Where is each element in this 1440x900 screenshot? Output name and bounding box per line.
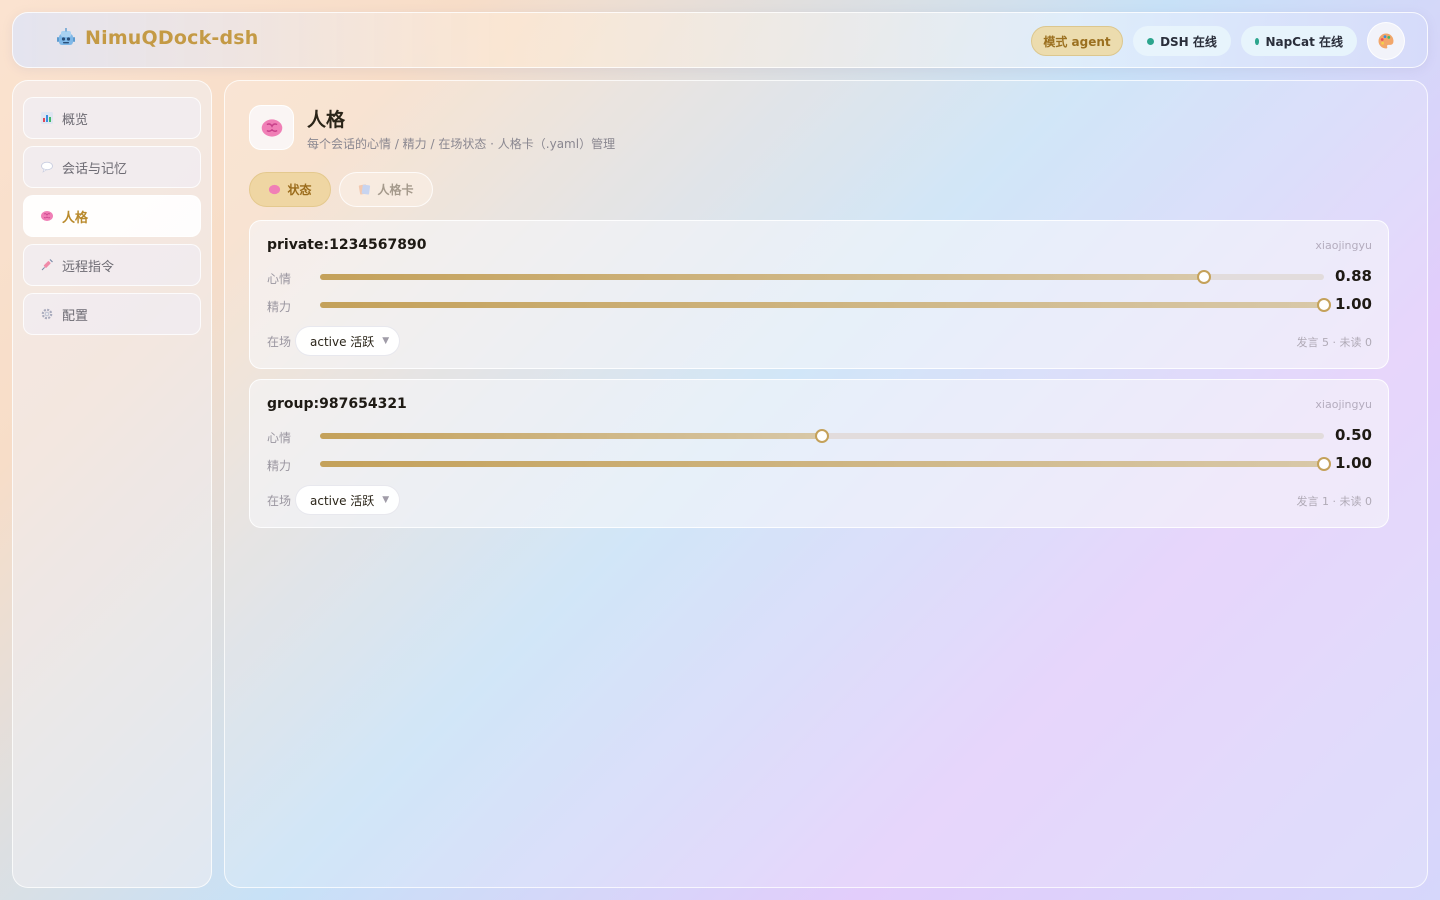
sidebar-item-label: 远程指令 [62, 259, 115, 275]
brand-name: NimuQDock-dsh [85, 27, 259, 49]
speech-bubble-icon [41, 161, 53, 173]
session-id: group:987654321 [267, 396, 407, 412]
robot-logo-icon [57, 28, 75, 45]
sidebar-item-label: 概览 [62, 112, 89, 128]
slider-fill [320, 302, 1324, 308]
page-title: 人格 [307, 109, 346, 131]
gear-icon [41, 308, 53, 320]
brain-icon [261, 118, 282, 137]
energy-label: 精力 [267, 300, 292, 314]
page-icon [249, 105, 294, 150]
slider-thumb[interactable] [1196, 270, 1211, 284]
slider-thumb[interactable] [1317, 298, 1331, 312]
mood-slider[interactable] [320, 429, 1324, 443]
slider-thumb[interactable] [1317, 457, 1331, 471]
session-id: private:1234567890 [267, 237, 427, 253]
online-dot-icon [1255, 37, 1260, 45]
sidebar: 概览 会话与记忆 人格 远程指令 配置 [12, 80, 212, 888]
sidebar-item-config[interactable]: 配置 [23, 293, 201, 335]
presence-select[interactable]: active 活跃 ▼ [295, 326, 400, 356]
mood-value: 0.50 [1334, 426, 1372, 444]
top-bar: NimuQDock-dsh 模式 agent DSH 在线 NapCat 在线 [12, 12, 1428, 68]
napcat-status-label: NapCat 在线 [1265, 34, 1343, 49]
brand[interactable]: NimuQDock-dsh [55, 27, 259, 49]
tab-status[interactable]: 状态 [249, 172, 331, 207]
persona-name: xiaojingyu [1315, 398, 1372, 411]
napcat-status-badge: NapCat 在线 [1241, 26, 1357, 56]
mood-label: 心情 [267, 272, 292, 286]
palette-icon [1378, 33, 1394, 49]
energy-label: 精力 [267, 459, 292, 473]
presence-label: 在场 [267, 494, 292, 508]
persona-name: xiaojingyu [1315, 239, 1372, 252]
brain-icon [41, 211, 53, 221]
online-dot-icon [1147, 37, 1155, 45]
session-stats: 发言 5 · 未读 0 [1296, 336, 1372, 349]
mood-label: 心情 [267, 431, 292, 445]
energy-value: 1.00 [1334, 295, 1372, 313]
sidebar-item-sessions[interactable]: 会话与记忆 [23, 146, 201, 188]
slider-fill [320, 461, 1324, 467]
bar-chart-icon [41, 112, 53, 124]
presence-value: active 活跃 [310, 493, 375, 508]
theme-button[interactable] [1367, 22, 1405, 60]
mood-slider[interactable] [320, 270, 1324, 284]
sidebar-item-label: 会话与记忆 [62, 161, 128, 177]
energy-slider[interactable] [320, 298, 1331, 312]
page-subtitle: 每个会话的心情 / 精力 / 在场状态 · 人格卡（.yaml）管理 [307, 137, 616, 151]
sidebar-item-overview[interactable]: 概览 [23, 97, 201, 139]
presence-select[interactable]: active 活跃 ▼ [295, 485, 400, 515]
mode-label: 模式 agent [1043, 34, 1111, 49]
mood-value: 0.88 [1334, 267, 1372, 285]
dsh-status-label: DSH 在线 [1160, 34, 1217, 49]
session-card: private:1234567890 xiaojingyu 心情 0.88 精力… [249, 220, 1389, 369]
slider-fill [320, 433, 822, 439]
sidebar-item-remote-commands[interactable]: 远程指令 [23, 244, 201, 286]
dsh-status-badge: DSH 在线 [1133, 26, 1231, 56]
main-panel: 人格 每个会话的心情 / 精力 / 在场状态 · 人格卡（.yaml）管理 状态… [224, 80, 1428, 888]
sidebar-item-label: 配置 [62, 308, 89, 324]
caret-down-icon: ▼ [382, 495, 390, 505]
tab-persona-cards[interactable]: 人格卡 [339, 172, 433, 207]
tab-label: 人格卡 [377, 183, 414, 197]
energy-slider[interactable] [320, 457, 1331, 471]
mode-badge: 模式 agent [1031, 26, 1123, 56]
session-card: group:987654321 xiaojingyu 心情 0.50 精力 1.… [249, 379, 1389, 528]
caret-down-icon: ▼ [382, 336, 390, 346]
sidebar-item-persona[interactable]: 人格 [23, 195, 201, 237]
session-stats: 发言 1 · 未读 0 [1296, 495, 1372, 508]
tab-label: 状态 [287, 183, 312, 197]
syringe-icon [41, 259, 53, 271]
energy-value: 1.00 [1334, 454, 1372, 472]
presence-label: 在场 [267, 335, 292, 349]
presence-value: active 活跃 [310, 334, 375, 349]
cards-icon [359, 184, 371, 195]
slider-fill [320, 274, 1204, 280]
sidebar-item-label: 人格 [62, 210, 89, 226]
brain-icon [269, 184, 281, 195]
slider-thumb[interactable] [815, 429, 829, 443]
